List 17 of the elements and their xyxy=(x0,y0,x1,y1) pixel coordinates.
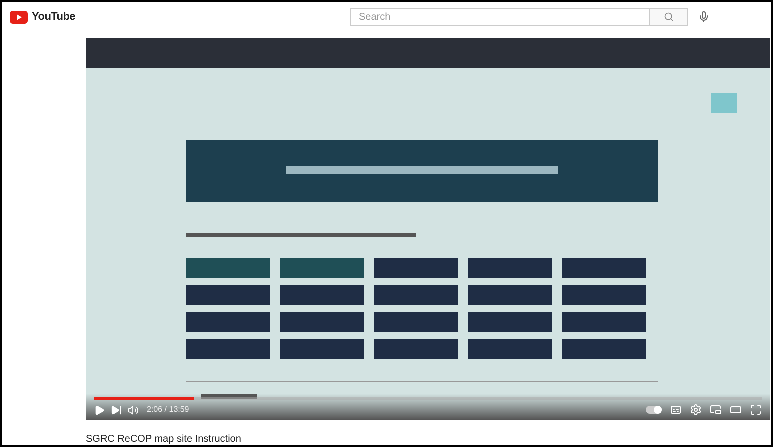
search-icon xyxy=(664,12,674,22)
next-icon[interactable] xyxy=(111,404,122,416)
video-title: SGRC ReCOP map site Instruction xyxy=(86,433,242,445)
progress-track[interactable] xyxy=(94,397,762,400)
theater-mode-icon[interactable] xyxy=(730,404,742,416)
fullscreen-icon[interactable] xyxy=(750,404,762,416)
search-field[interactable]: Search xyxy=(350,8,650,26)
settings-icon[interactable] xyxy=(690,404,702,416)
logo-text[interactable]: YouTube xyxy=(32,8,76,26)
volume-icon[interactable] xyxy=(128,404,139,416)
microphone-icon[interactable] xyxy=(698,11,710,23)
time-display: 2:06 / 13:59 xyxy=(147,404,190,416)
subtitles-icon[interactable] xyxy=(670,404,682,416)
miniplayer-icon[interactable] xyxy=(710,404,722,416)
play-icon[interactable] xyxy=(94,404,105,416)
autoplay-toggle[interactable] xyxy=(646,406,662,414)
play-logo-icon xyxy=(10,10,28,24)
